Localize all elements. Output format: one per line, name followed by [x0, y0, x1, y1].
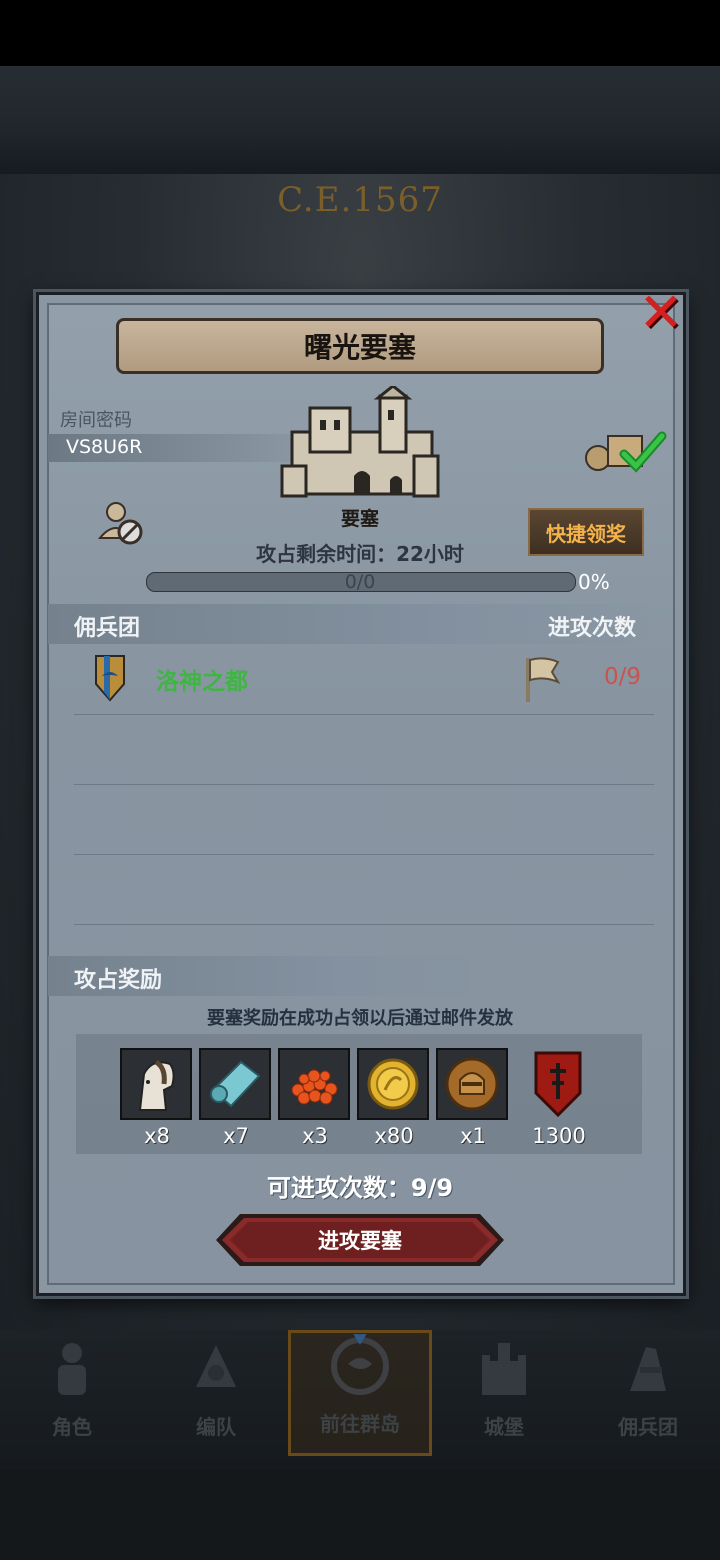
top-banner	[0, 66, 720, 176]
mercenary-section-title: 佣兵团	[74, 616, 141, 641]
mercenary-icon	[630, 1347, 666, 1391]
knight-medal-icon	[445, 1057, 499, 1111]
remaining-time: 攻占剩余时间：22小时	[256, 542, 464, 566]
reward-count: x3	[302, 1124, 328, 1148]
reward-item-medal[interactable]: x1	[436, 1048, 510, 1148]
nav-label: 编队	[196, 1415, 236, 1439]
attacks-available: 可进攻次数：9/9	[266, 1174, 454, 1202]
nav-tab-castle[interactable]: 城堡	[432, 1330, 576, 1456]
reward-count: x7	[223, 1124, 249, 1148]
reward-item-roe[interactable]: x3	[278, 1048, 352, 1148]
room-password-label: 房间密码	[60, 410, 132, 431]
rewards-section-title: 攻占奖励	[74, 968, 163, 993]
reward-box	[436, 1048, 508, 1120]
reward-item-gold[interactable]: x80	[357, 1048, 431, 1148]
reward-item-cloth[interactable]: x7	[199, 1048, 273, 1148]
close-icon[interactable]: ✕	[632, 284, 690, 342]
progress-count: 0/0	[344, 571, 376, 593]
reward-count: x80	[374, 1124, 414, 1148]
empty-row	[74, 854, 654, 925]
reward-box	[278, 1048, 350, 1120]
reward-count: 1300	[532, 1124, 586, 1148]
fortress-label: 要塞	[340, 508, 379, 530]
nav-label: 角色	[52, 1415, 92, 1439]
bottom-nav: 角色 编队 前往群岛 城堡 佣兵团	[0, 1330, 720, 1470]
cloth-icon	[210, 1060, 261, 1108]
loot-claimed-icon[interactable]	[584, 426, 668, 474]
progress-percent: 0%	[578, 570, 610, 594]
mercenary-attack-count: 0/9	[604, 664, 642, 690]
mercenary-name: 洛神之都	[156, 669, 248, 695]
era-label: C.E.1567	[277, 180, 443, 220]
gold-coin-icon	[367, 1058, 419, 1110]
reward-item-horse[interactable]: x8	[120, 1048, 194, 1148]
castle-icon	[482, 1343, 526, 1395]
status-bar	[0, 0, 720, 66]
nav-label: 佣兵团	[618, 1415, 678, 1439]
attack-fortress-button[interactable]: 进攻要塞	[216, 1212, 504, 1268]
nav-tab-islands[interactable]: 前往群岛	[288, 1330, 432, 1456]
horse-icon	[138, 1059, 175, 1111]
nav-tab-formation[interactable]: 编队	[144, 1330, 288, 1456]
reward-box	[120, 1048, 192, 1120]
banner-icon	[534, 1051, 582, 1118]
room-code[interactable]: VS8U6R	[66, 436, 142, 458]
dialog-title: 曙光要塞	[116, 318, 604, 374]
empty-row	[74, 784, 654, 855]
mercenary-row[interactable]: 洛神之都 0/9	[74, 646, 654, 715]
reward-box	[522, 1048, 594, 1120]
nav-label: 城堡	[484, 1415, 524, 1439]
roe-icon	[291, 1069, 338, 1105]
nav-tab-mercenary[interactable]: 佣兵团	[576, 1330, 720, 1456]
empty-row	[74, 714, 654, 785]
attack-count-header: 进攻次数	[548, 616, 637, 641]
attack-button-label: 进攻要塞	[318, 1229, 402, 1253]
gesture-bar-area	[0, 1470, 720, 1560]
reward-box	[199, 1048, 271, 1120]
nav-tab-character[interactable]: 角色	[0, 1330, 144, 1456]
guild-shield-icon	[95, 655, 125, 702]
reward-box	[357, 1048, 429, 1120]
reward-count: x8	[144, 1124, 170, 1148]
flag-icon	[526, 657, 561, 702]
fortress-icon	[280, 386, 440, 498]
reward-count: x1	[460, 1124, 486, 1148]
nav-label: 前往群岛	[320, 1412, 400, 1436]
reward-item-banner[interactable]: 1300	[522, 1048, 596, 1148]
reward-note: 要塞奖励在成功占领以后通过邮件发放	[207, 1008, 513, 1029]
character-icon	[58, 1343, 86, 1395]
formation-icon	[196, 1345, 236, 1387]
islands-icon	[331, 1334, 389, 1395]
